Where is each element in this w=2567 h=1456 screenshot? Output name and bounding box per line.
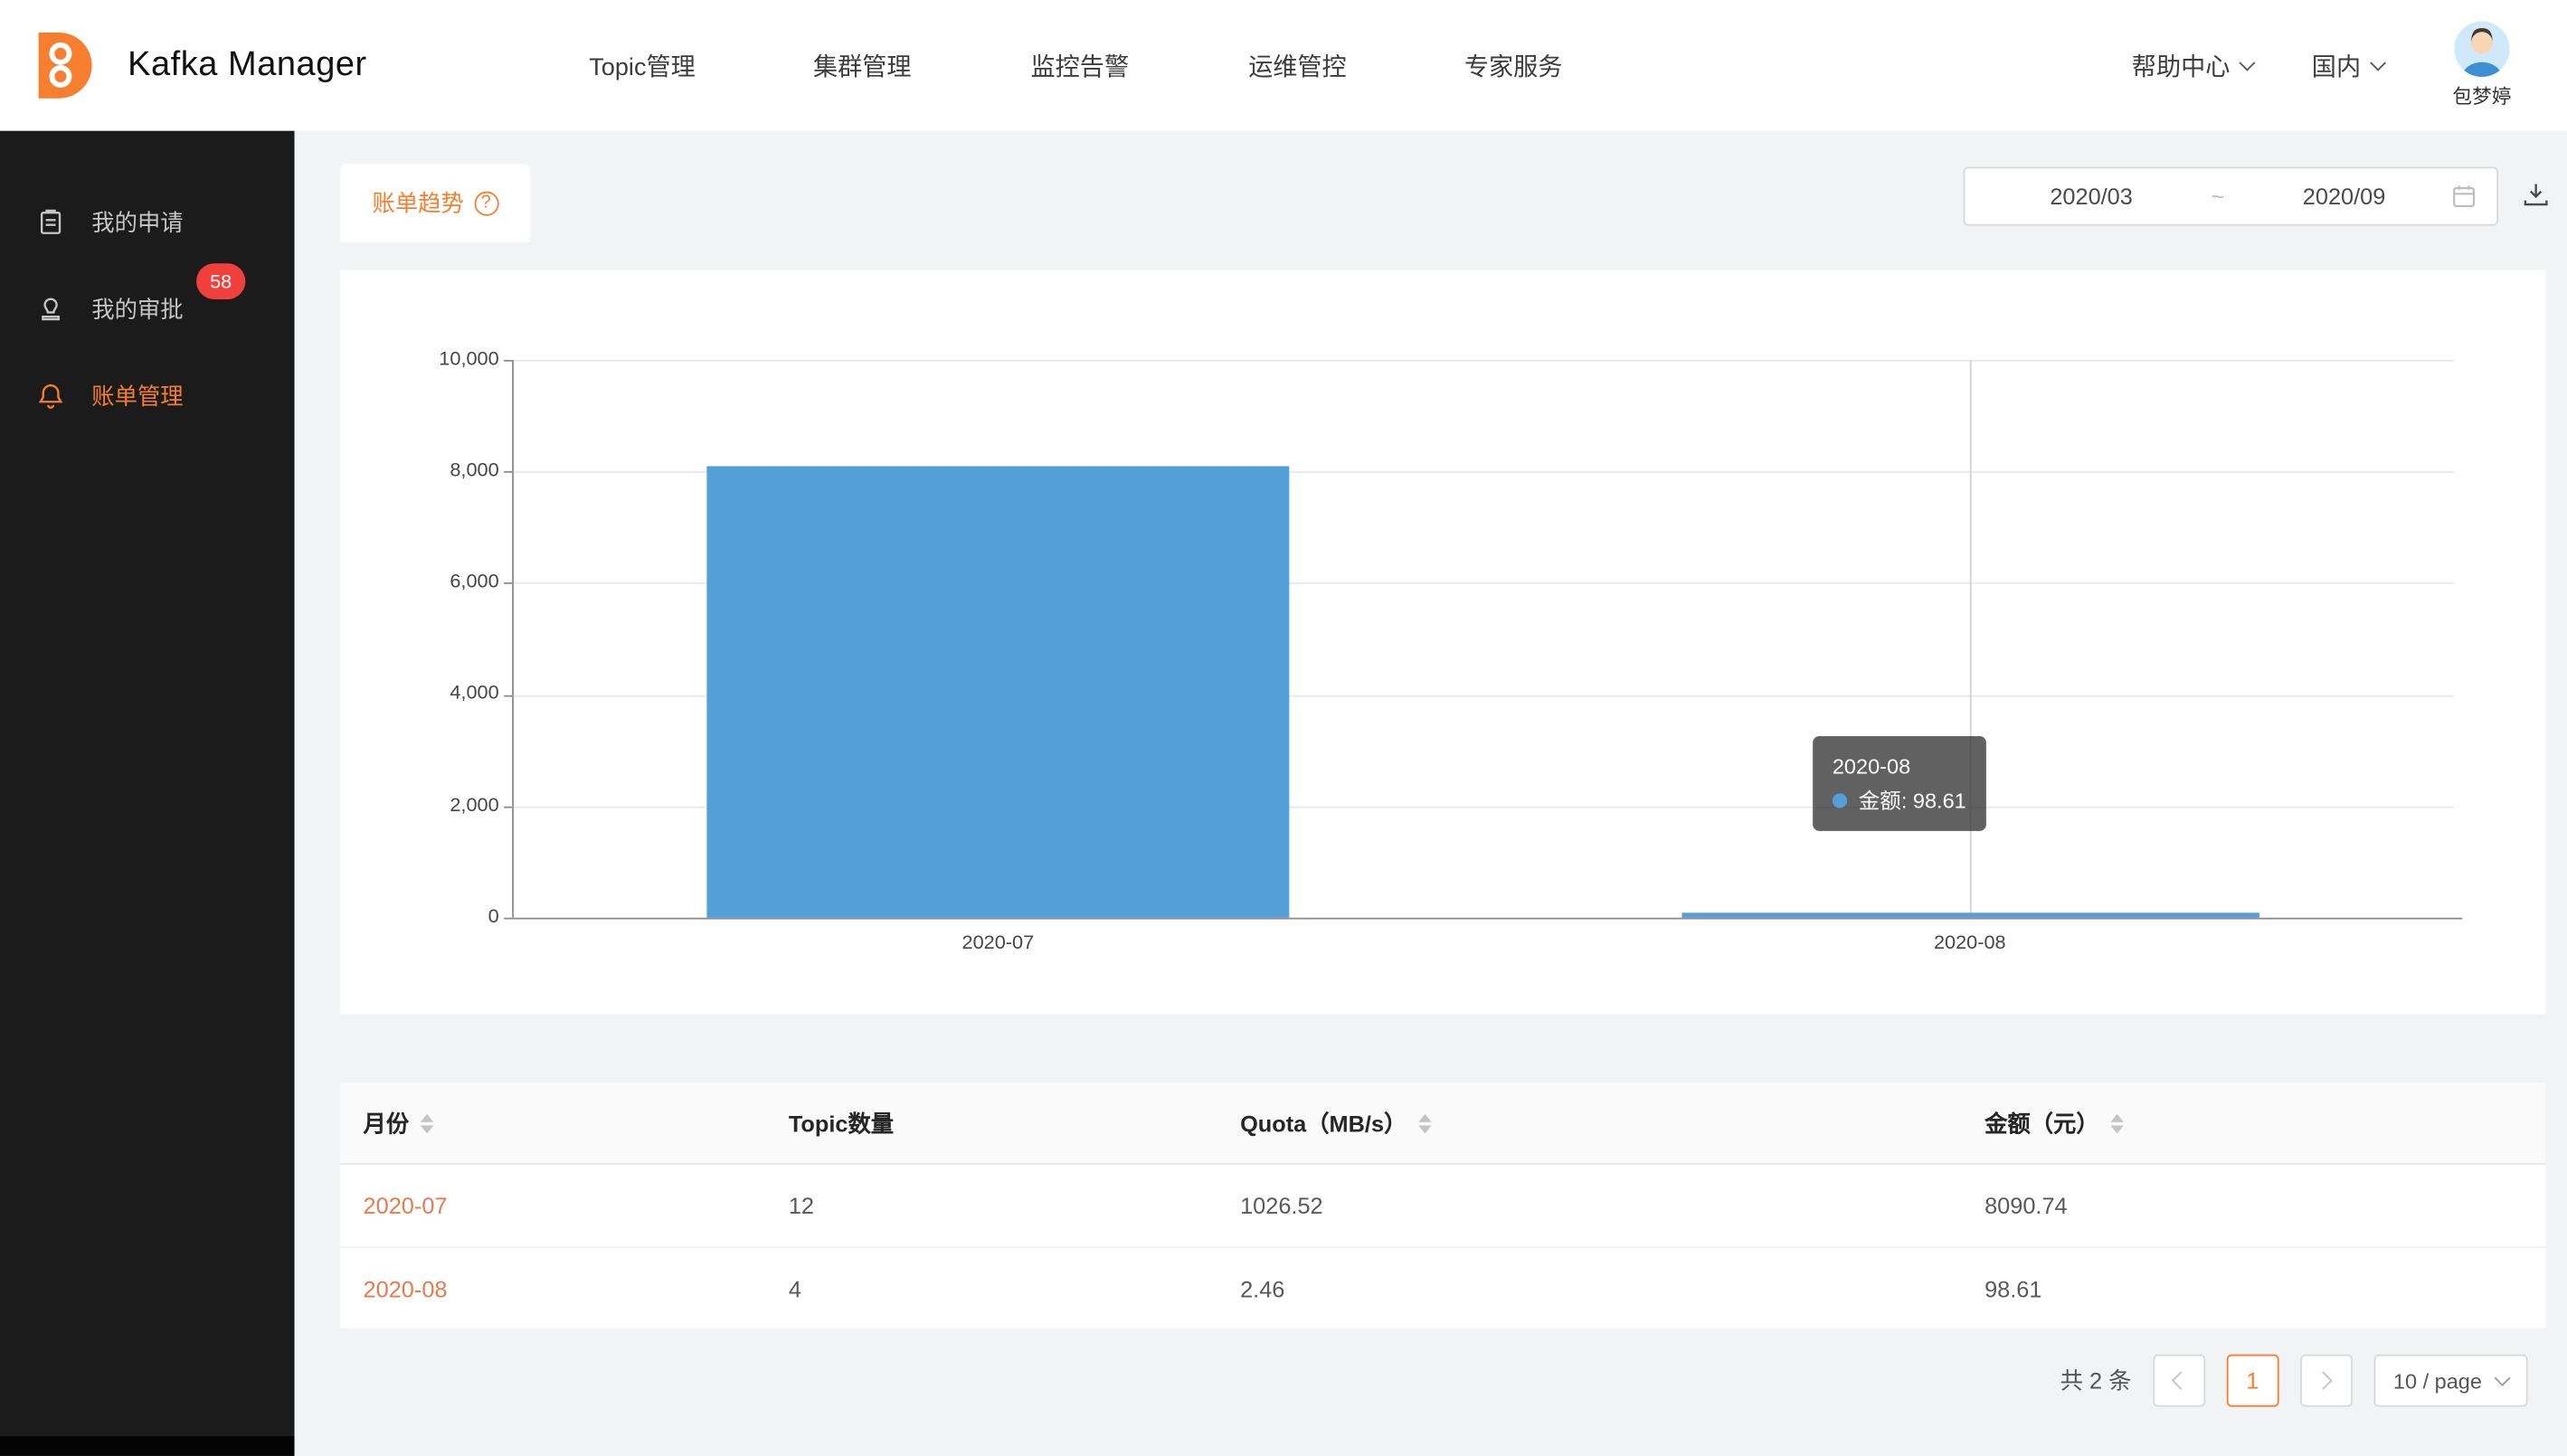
help-center-menu[interactable]: 帮助中心 [2132, 48, 2253, 82]
app: Kafka Manager Topic管理 集群管理 监控告警 运维管控 专家服… [0, 0, 2567, 1456]
amount-cell: 98.61 [1962, 1275, 2546, 1301]
sort-icons[interactable] [1418, 1113, 1431, 1133]
bell-icon [36, 381, 66, 411]
y-axis-tick-label: 4,000 [368, 680, 499, 703]
region-label: 国内 [2312, 48, 2361, 82]
next-page-button[interactable] [2300, 1355, 2353, 1407]
nav-monitor-alert[interactable]: 监控告警 [1031, 0, 1130, 131]
chevron-down-icon [2495, 1369, 2511, 1385]
column-header-topic-count: Topic数量 [766, 1107, 1217, 1139]
sidebar-item-label: 账单管理 [91, 380, 183, 412]
amount-cell: 8090.74 [1962, 1193, 2546, 1219]
quota-cell: 2.46 [1217, 1275, 1962, 1301]
current-page-button[interactable]: 1 [2226, 1355, 2278, 1407]
table-row: 2020-07 12 1026.52 8090.74 [340, 1165, 2545, 1246]
nav-expert-service[interactable]: 专家服务 [1464, 0, 1563, 131]
column-header-amount[interactable]: 金额（元） [1962, 1107, 2546, 1139]
chevron-left-icon [2172, 1371, 2190, 1389]
chevron-down-icon [2239, 54, 2255, 71]
y-axis-tick-label: 10,000 [368, 346, 499, 369]
column-label: Topic数量 [789, 1107, 894, 1139]
sort-desc-icon [1418, 1125, 1431, 1133]
y-axis-tick-label: 6,000 [368, 569, 499, 591]
sort-desc-icon [421, 1125, 433, 1133]
clipboard-icon [36, 208, 66, 238]
page-size-select[interactable]: 10 / page [2373, 1355, 2527, 1407]
user-menu[interactable]: 包梦婷 [2443, 22, 2522, 110]
header-right: 帮助中心 国内 包梦婷 [2132, 0, 2522, 131]
chevron-right-icon [2315, 1371, 2333, 1389]
sidebar-item-label: 我的审批 [91, 293, 183, 326]
topic-count-cell: 4 [766, 1275, 1217, 1301]
page-size-value: 10 / page [2393, 1368, 2482, 1393]
billing-table: 月份 Topic数量 Quota（MB/s） 金额（元） 2020-07 12 [340, 1083, 2545, 1328]
gridline [512, 360, 2454, 362]
billing-trend-chart: 10,000 8,000 6,000 4,000 2,000 0 2020-07… [340, 269, 2545, 1014]
prev-page-button[interactable] [2153, 1355, 2205, 1407]
sort-desc-icon [2110, 1125, 2123, 1133]
sort-asc-icon [1418, 1113, 1431, 1121]
bar-2020-07[interactable] [706, 467, 1289, 918]
sidebar-item-my-approvals[interactable]: 我的审批 58 [0, 271, 295, 346]
sidebar: 我的申请 我的审批 58 账单管理 [0, 131, 295, 1456]
tab-billing-trend[interactable]: 账单趋势 ? [340, 164, 530, 242]
download-icon[interactable] [2521, 180, 2551, 210]
app-logo [23, 28, 98, 103]
username: 包梦婷 [2452, 81, 2511, 109]
sort-asc-icon [421, 1113, 433, 1121]
sidebar-collapse-trigger[interactable] [0, 1436, 295, 1456]
sort-icons[interactable] [2110, 1113, 2123, 1133]
series-dot-icon [1833, 793, 1847, 808]
column-label: 金额（元） [1984, 1107, 2099, 1139]
pagination: 共 2 条 1 10 / page [2060, 1355, 2528, 1407]
sidebar-item-billing-management[interactable]: 账单管理 [0, 358, 295, 433]
nav-cluster-management[interactable]: 集群管理 [813, 0, 912, 131]
chart-tooltip: 2020-08 金额: 98.61 [1813, 736, 1985, 831]
date-end[interactable]: 2020/09 [2238, 184, 2451, 210]
tooltip-title: 2020-08 [1833, 749, 1966, 783]
month-link[interactable]: 2020-07 [364, 1193, 448, 1219]
date-start[interactable]: 2020/03 [1984, 184, 2198, 210]
date-range-picker[interactable]: 2020/03 ~ 2020/09 [1964, 166, 2498, 225]
column-header-quota[interactable]: Quota（MB/s） [1217, 1107, 1962, 1139]
x-axis-line [512, 918, 2462, 920]
x-axis-tick-label: 2020-08 [1839, 931, 2100, 953]
nav-ops-control[interactable]: 运维管控 [1248, 0, 1347, 131]
help-center-label: 帮助中心 [2132, 48, 2231, 82]
month-link[interactable]: 2020-08 [364, 1275, 448, 1301]
table-row: 2020-08 4 2.46 98.61 [340, 1246, 2545, 1328]
nav-topic-management[interactable]: Topic管理 [589, 0, 696, 131]
app-title: Kafka Manager [128, 0, 367, 131]
chart-crosshair [1970, 360, 1972, 918]
tooltip-value: 金额: 98.61 [1833, 783, 1966, 818]
table-header-row: 月份 Topic数量 Quota（MB/s） 金额（元） [340, 1083, 2545, 1164]
y-axis-tick-label: 0 [368, 904, 499, 927]
approvals-count-badge: 58 [196, 263, 245, 299]
region-menu[interactable]: 国内 [2312, 48, 2384, 82]
topic-count-cell: 12 [766, 1193, 1217, 1219]
sidebar-item-label: 我的申请 [91, 206, 183, 239]
main-content: 账单趋势 ? 2020/03 ~ 2020/09 10,000 8,000 6,… [295, 131, 2567, 1456]
sidebar-item-my-applications[interactable]: 我的申请 [0, 184, 295, 260]
x-axis-tick-label: 2020-07 [867, 931, 1129, 953]
top-header: Kafka Manager Topic管理 集群管理 监控告警 运维管控 专家服… [0, 0, 2567, 131]
tab-label: 账单趋势 [373, 186, 464, 219]
y-axis-tick-label: 2,000 [368, 793, 499, 816]
chevron-down-icon [2370, 54, 2386, 71]
y-axis-line [512, 360, 514, 918]
total-count: 共 2 条 [2060, 1365, 2132, 1397]
sort-icons[interactable] [421, 1113, 433, 1133]
quota-cell: 1026.52 [1217, 1193, 1962, 1219]
column-label: Quota（MB/s） [1240, 1107, 1407, 1139]
help-icon[interactable]: ? [474, 191, 498, 215]
date-separator: ~ [2198, 184, 2237, 210]
calendar-icon [2451, 184, 2477, 210]
stamp-icon [36, 295, 66, 325]
avatar [2454, 22, 2509, 77]
column-header-month[interactable]: 月份 [340, 1107, 765, 1139]
sort-asc-icon [2110, 1113, 2123, 1121]
column-label: 月份 [364, 1107, 410, 1139]
y-axis-tick-label: 8,000 [368, 458, 499, 480]
